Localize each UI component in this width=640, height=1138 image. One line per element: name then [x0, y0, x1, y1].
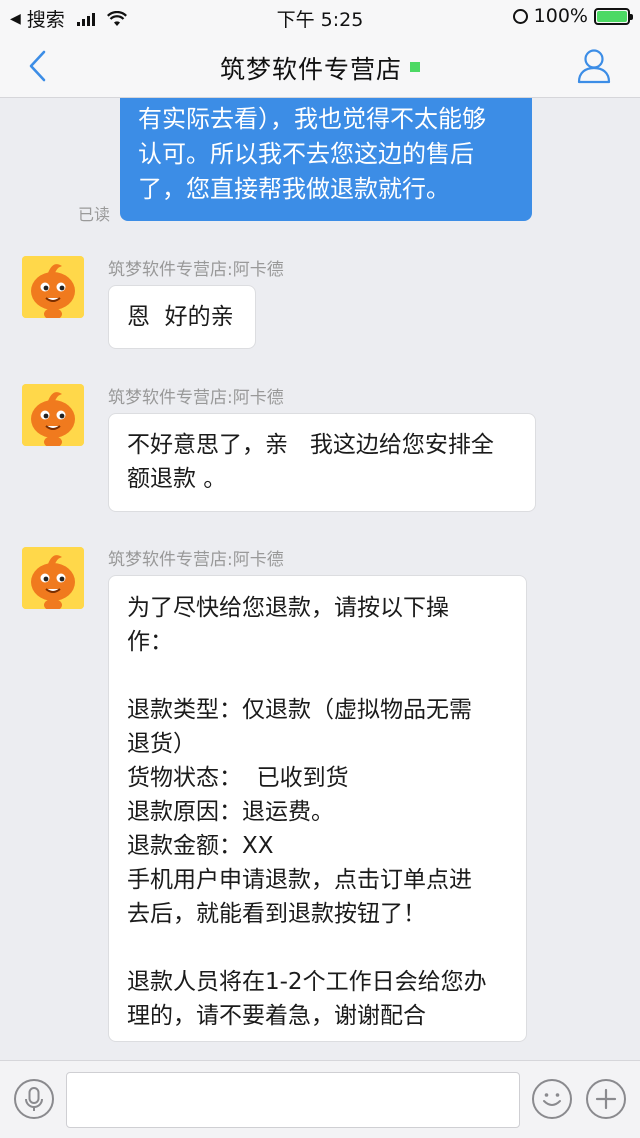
message-line: 作：: [127, 629, 173, 655]
battery-percent: 100%: [533, 5, 588, 27]
outgoing-message-bubble[interactable]: 有实际去看），我也觉得不太能够 认可。所以我不去您这边的售后 了，您直接帮我做退…: [120, 98, 532, 221]
message-line: 不好意思了，亲 我这边给您安排全: [127, 432, 494, 458]
incoming-message-bubble[interactable]: 不好意思了，亲 我这边给您安排全 额退款 。: [108, 413, 536, 512]
status-bar: ◀ 搜索 下午 5:25 100%: [0, 0, 640, 34]
mascot-avatar-icon: [22, 547, 84, 609]
read-receipt: 已读: [78, 205, 111, 224]
message-line: 额退款 。: [127, 466, 227, 492]
person-icon: [577, 49, 611, 84]
emoji-button[interactable]: [532, 1079, 572, 1119]
message-line: 恩 好的亲: [127, 304, 234, 330]
message-line: 退款原因：退运费。: [127, 799, 334, 825]
emoji-icon: [543, 1093, 561, 1106]
voice-input-button[interactable]: [14, 1079, 54, 1119]
sender-name: 筑梦软件专营店:阿卡德: [108, 388, 284, 408]
incoming-message-bubble[interactable]: 为了尽快给您退款，请按以下操 作： 退款类型：仅退款（虚拟物品无需 退货） 货物…: [108, 575, 527, 1042]
profile-button[interactable]: [576, 47, 612, 85]
avatar[interactable]: [22, 547, 84, 609]
message-line: 为了尽快给您退款，请按以下操: [127, 595, 449, 621]
status-bar-right: 100%: [512, 5, 633, 27]
message-line: [127, 931, 508, 965]
rotation-lock-icon: [512, 8, 528, 24]
nav-bar: 筑梦软件专营店: [0, 34, 640, 98]
online-status-indicator: [410, 62, 420, 72]
message-line: 退款金额：XX: [127, 833, 274, 859]
message-line: 退款人员将在1-2个工作日会给您办: [127, 969, 487, 995]
incoming-message-bubble[interactable]: 恩 好的亲: [108, 285, 256, 349]
battery-icon: [594, 7, 633, 25]
nav-title-group: 筑梦软件专营店: [0, 50, 640, 86]
page-title: 筑梦软件专营店: [219, 55, 402, 84]
message-line: 了，您直接帮我做退款就行。: [138, 175, 450, 203]
message-text-input[interactable]: [66, 1072, 520, 1128]
avatar[interactable]: [22, 256, 84, 318]
avatar[interactable]: [22, 384, 84, 446]
plus-icon: [595, 1088, 617, 1110]
message-line: 去后，就能看到退款按钮了！: [127, 901, 426, 927]
mascot-avatar-icon: [22, 256, 84, 318]
message-line: [127, 659, 508, 693]
message-input-bar: [0, 1060, 640, 1138]
message-line: 货物状态： 已收到货: [127, 765, 349, 791]
message-line: 有实际去看），我也觉得不太能够: [138, 105, 486, 133]
message-line: 手机用户申请退款，点击订单点进: [127, 867, 472, 893]
sender-name: 筑梦软件专营店:阿卡德: [108, 260, 284, 280]
message-line: 理的，请不要着急，谢谢配合: [127, 1003, 426, 1029]
microphone-icon: [25, 1087, 43, 1111]
mascot-avatar-icon: [22, 384, 84, 446]
message-line: 退货）: [127, 731, 196, 757]
message-line: 退款类型：仅退款（虚拟物品无需: [127, 697, 472, 723]
message-line: 认可。所以我不去您这边的售后: [138, 140, 474, 168]
more-actions-button[interactable]: [586, 1079, 626, 1119]
sender-name: 筑梦软件专营店:阿卡德: [108, 550, 284, 570]
